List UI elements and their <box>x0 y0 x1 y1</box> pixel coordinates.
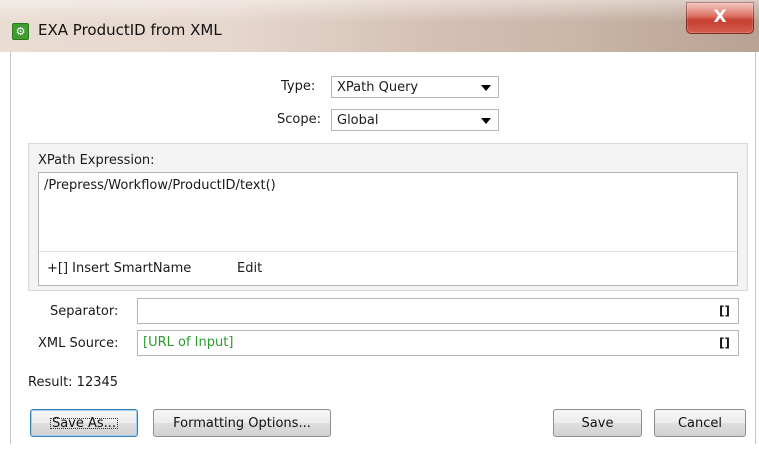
xml-source-value: [URL of Input] <box>143 335 234 350</box>
result-text: Result: 12345 <box>28 375 119 390</box>
cancel-button[interactable]: Cancel <box>654 409 746 437</box>
type-select-value: XPath Query <box>337 80 419 95</box>
formatting-options-button[interactable]: Formatting Options... <box>153 409 331 437</box>
type-label: Type: <box>281 79 316 94</box>
separator-label: Separator: <box>50 304 119 319</box>
smartname-bracket-icon[interactable]: [] <box>719 331 730 355</box>
insert-smartname-link[interactable]: +[] Insert SmartName <box>47 261 191 276</box>
close-icon: X <box>713 7 727 27</box>
save-as-label: Save As... <box>46 414 122 433</box>
scope-select[interactable]: Global <box>331 109 499 131</box>
app-gear-icon: ⚙ <box>12 23 29 40</box>
scope-label: Scope: <box>277 112 321 127</box>
smartname-bracket-icon[interactable]: [] <box>719 299 730 323</box>
window-title: EXA ProductID from XML <box>38 21 222 39</box>
separator-input[interactable]: [] <box>137 298 739 324</box>
divider <box>39 251 737 252</box>
xpath-label: XPath Expression: <box>38 153 155 168</box>
xml-source-input[interactable]: [URL of Input] [] <box>137 330 739 356</box>
type-select[interactable]: XPath Query <box>331 76 499 98</box>
chevron-down-icon <box>481 118 491 124</box>
close-button[interactable]: X <box>686 2 754 34</box>
save-button[interactable]: Save <box>553 409 642 437</box>
xpath-expression-text: /Prepress/Workflow/ProductID/text() <box>44 178 276 193</box>
edit-link[interactable]: Edit <box>237 261 262 276</box>
chevron-down-icon <box>481 85 491 91</box>
scope-select-value: Global <box>337 113 379 128</box>
xpath-expression-input[interactable]: /Prepress/Workflow/ProductID/text() +[] … <box>38 172 738 286</box>
save-as-button[interactable]: Save As... <box>30 409 138 437</box>
title-bar: ⚙ EXA ProductID from XML X <box>0 0 759 52</box>
xml-source-label: XML Source: <box>38 336 119 351</box>
